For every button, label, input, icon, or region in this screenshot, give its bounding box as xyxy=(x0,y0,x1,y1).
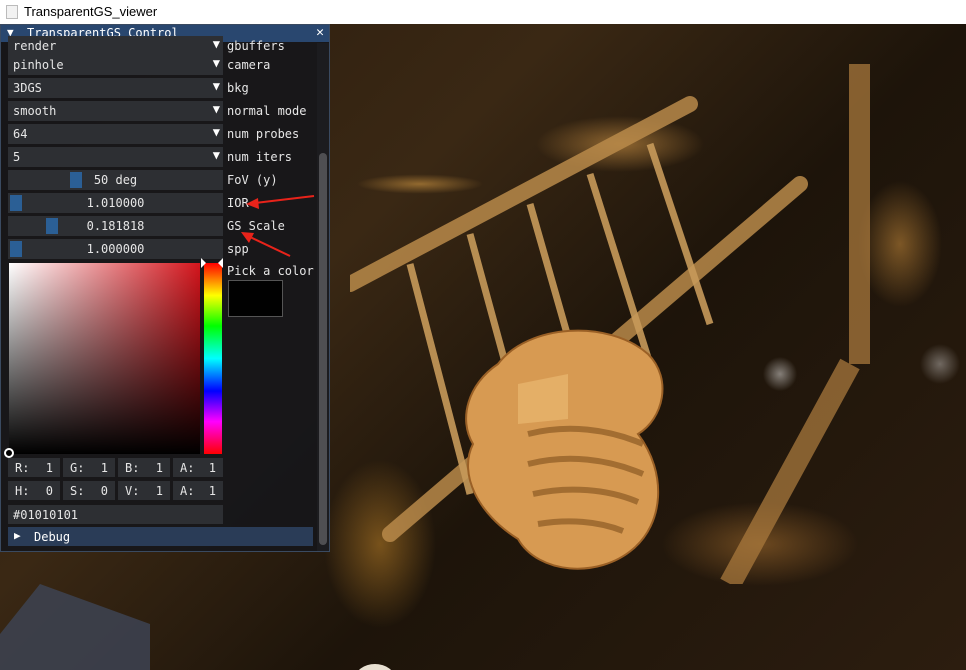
combo-value: 64 xyxy=(13,127,28,141)
field-key: B: xyxy=(125,461,140,475)
bkg-combo[interactable]: 3DGS ▼ xyxy=(8,78,223,98)
h-field[interactable]: H: 0 xyxy=(8,481,60,500)
gs-scale-slider[interactable]: 0.181818 xyxy=(8,216,223,236)
slider-value: 50 deg xyxy=(93,173,138,187)
saturation-value-picker[interactable] xyxy=(9,263,200,454)
scrollbar-thumb[interactable] xyxy=(319,153,327,545)
slider-label: GS Scale xyxy=(227,219,285,233)
slider-value: 0.181818 xyxy=(86,219,145,233)
field-value: 1 xyxy=(208,484,216,498)
field-value: 0 xyxy=(45,484,53,498)
s-field[interactable]: S: 0 xyxy=(63,481,115,500)
ior-slider[interactable]: 1.010000 xyxy=(8,193,223,213)
combo-label: normal mode xyxy=(227,104,307,118)
pick-color-label: Pick a color xyxy=(227,264,314,278)
slider-label: FoV (y) xyxy=(227,173,278,187)
normal-mode-combo[interactable]: smooth ▼ xyxy=(8,101,223,121)
app-icon xyxy=(6,5,18,19)
slider-value: 1.000000 xyxy=(86,242,145,256)
combo-value: smooth xyxy=(13,104,57,118)
combo-label: camera xyxy=(227,58,271,72)
hex-input[interactable]: #01010101 xyxy=(8,505,223,524)
triangle-down-icon[interactable]: ▼ xyxy=(213,125,220,139)
combo-label: num probes xyxy=(227,127,300,141)
combo-value: pinhole xyxy=(13,58,64,72)
debug-label: Debug xyxy=(34,530,71,544)
r-field[interactable]: R: 1 xyxy=(8,458,60,477)
slider-label: IOR xyxy=(227,196,249,210)
control-panel[interactable]: ▼ TransparentGS Control ✕ render ▼ gbuff… xyxy=(0,24,330,552)
camera-combo[interactable]: pinhole ▼ xyxy=(8,55,223,75)
fov-slider[interactable]: 50 deg xyxy=(8,170,223,190)
field-value: 1 xyxy=(155,484,163,498)
triangle-down-icon[interactable]: ▼ xyxy=(213,79,220,93)
cat-model xyxy=(465,329,664,570)
combo-value: 5 xyxy=(13,150,21,164)
hex-value: #01010101 xyxy=(13,508,79,522)
triangle-down-icon[interactable]: ▼ xyxy=(213,56,220,70)
hue-bar[interactable] xyxy=(204,263,222,454)
close-icon[interactable]: ✕ xyxy=(316,25,324,40)
b-field[interactable]: B: 1 xyxy=(118,458,170,477)
num-probes-combo[interactable]: 64 ▼ xyxy=(8,124,223,144)
gbuffers-combo[interactable]: render ▼ xyxy=(8,36,223,56)
stone-block xyxy=(0,584,150,670)
field-value: 1 xyxy=(45,461,53,475)
a-field[interactable]: A: 1 xyxy=(173,458,223,477)
combo-label: num iters xyxy=(227,150,293,164)
hue-marker[interactable] xyxy=(201,258,206,268)
slider-label: spp xyxy=(227,242,249,256)
triangle-down-icon[interactable]: ▼ xyxy=(213,148,220,162)
color-swatch[interactable] xyxy=(228,280,283,317)
triangle-down-icon[interactable]: ▼ xyxy=(213,102,220,116)
combo-value: 3DGS xyxy=(13,81,42,95)
hue-marker[interactable] xyxy=(218,258,223,268)
alpha-field[interactable]: A: 1 xyxy=(173,481,223,500)
g-field[interactable]: G: 1 xyxy=(63,458,115,477)
field-key: R: xyxy=(15,461,30,475)
panel-scrollbar[interactable] xyxy=(317,43,329,551)
triangle-down-icon[interactable]: ▼ xyxy=(213,37,220,51)
field-key: A: xyxy=(180,484,195,498)
combo-label: bkg xyxy=(227,81,249,95)
field-key: G: xyxy=(70,461,85,475)
field-key: H: xyxy=(15,484,30,498)
title-bar: TransparentGS_viewer xyxy=(0,0,966,25)
window-title: TransparentGS_viewer xyxy=(24,4,158,19)
spp-slider[interactable]: 1.000000 xyxy=(8,239,223,259)
field-key: S: xyxy=(70,484,85,498)
field-value: 1 xyxy=(100,461,108,475)
combo-label: gbuffers xyxy=(227,39,285,53)
num-iters-combo[interactable]: 5 ▼ xyxy=(8,147,223,167)
field-value: 1 xyxy=(208,461,216,475)
white-object xyxy=(355,664,395,670)
triangle-right-icon[interactable]: ▶ xyxy=(14,529,21,542)
combo-value: render xyxy=(13,39,57,53)
field-key: V: xyxy=(125,484,140,498)
field-key: A: xyxy=(180,461,195,475)
color-cursor[interactable] xyxy=(4,448,14,458)
slider-value: 1.010000 xyxy=(86,196,145,210)
field-value: 0 xyxy=(100,484,108,498)
v-field[interactable]: V: 1 xyxy=(118,481,170,500)
field-value: 1 xyxy=(155,461,163,475)
debug-collapsing-header[interactable]: ▶ Debug xyxy=(8,527,313,546)
